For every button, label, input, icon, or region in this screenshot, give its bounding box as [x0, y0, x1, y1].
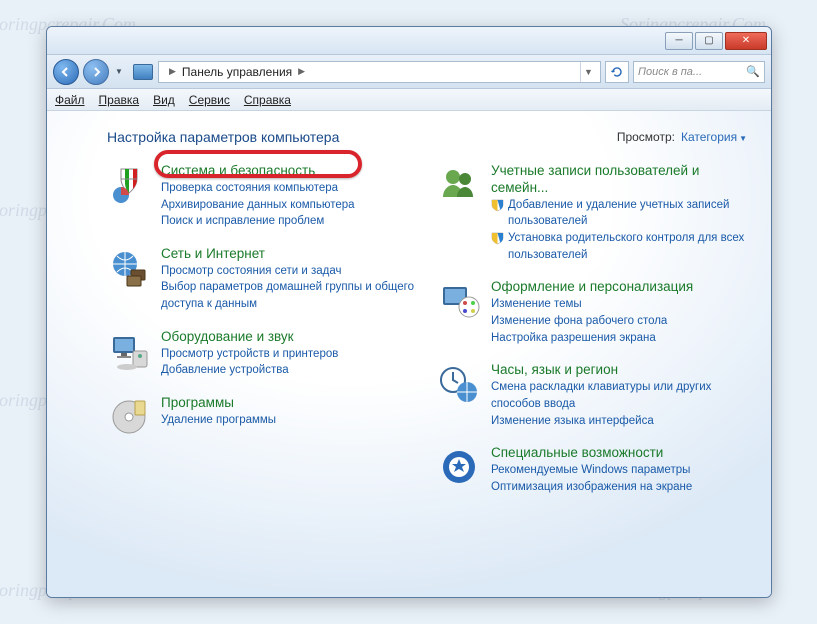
forward-button[interactable] [83, 59, 109, 85]
view-label: Просмотр: [617, 130, 675, 144]
category-title[interactable]: Программы [161, 395, 417, 412]
control-panel-icon [133, 64, 153, 80]
category-link-shielded[interactable]: Добавление и удаление учетных записей по… [491, 197, 747, 230]
programs-icon [107, 395, 151, 439]
search-icon: 🔍 [746, 65, 760, 78]
menubar: Файл Правка Вид Сервис Справка [47, 89, 771, 111]
category-title[interactable]: Учетные записи пользователей и семейн... [491, 163, 747, 197]
category-title[interactable]: Часы, язык и регион [491, 362, 747, 379]
category-ease: Специальные возможностиРекомендуемые Win… [437, 445, 747, 495]
navbar: ▼ ▶ Панель управления ▶ ▼ Поиск в па... … [47, 55, 771, 89]
close-button[interactable]: ✕ [725, 32, 767, 50]
category-link[interactable]: Проверка состояния компьютера [161, 180, 417, 197]
category-link[interactable]: Изменение фона рабочего стола [491, 313, 747, 330]
appearance-icon [437, 279, 481, 323]
category-columns: Система и безопасностьПроверка состояния… [107, 163, 747, 495]
menu-tools[interactable]: Сервис [189, 93, 230, 107]
uac-shield-icon [491, 198, 504, 212]
maximize-button[interactable]: ▢ [695, 32, 723, 50]
ease-icon [437, 445, 481, 489]
category-link[interactable]: Изменение языка интерфейса [491, 413, 747, 430]
category-appearance: Оформление и персонализацияИзменение тем… [437, 279, 747, 346]
category-title[interactable]: Оформление и персонализация [491, 279, 747, 296]
control-panel-window: ─ ▢ ✕ ▼ ▶ Панель управления ▶ ▼ Поиск в … [46, 26, 772, 598]
category-title[interactable]: Специальные возможности [491, 445, 747, 462]
category-link[interactable]: Просмотр состояния сети и задач [161, 263, 417, 280]
minimize-button[interactable]: ─ [665, 32, 693, 50]
breadcrumb[interactable]: ▶ Панель управления ▶ ▼ [158, 61, 601, 83]
category-link[interactable]: Рекомендуемые Windows параметры [491, 462, 747, 479]
category-title[interactable]: Оборудование и звук [161, 329, 417, 346]
refresh-button[interactable] [605, 61, 629, 83]
category-link[interactable]: Смена раскладки клавиатуры или других сп… [491, 379, 747, 412]
nav-history-dropdown[interactable]: ▼ [113, 61, 125, 83]
category-link[interactable]: Поиск и исправление проблем [161, 213, 417, 230]
search-placeholder: Поиск в па... [638, 66, 702, 78]
category-globe-net: Сеть и ИнтернетПросмотр состояния сети и… [107, 246, 417, 313]
breadcrumb-root[interactable]: Панель управления [182, 65, 292, 79]
category-title[interactable]: Сеть и Интернет [161, 246, 417, 263]
breadcrumb-dropdown[interactable]: ▼ [580, 62, 596, 82]
arrow-right-icon [90, 66, 102, 78]
category-link[interactable]: Архивирование данных компьютера [161, 197, 417, 214]
category-link[interactable]: Удаление программы [161, 412, 417, 429]
clock-icon [437, 362, 481, 406]
view-control: Просмотр: Категория▼ [617, 130, 747, 144]
hardware-icon [107, 329, 151, 373]
menu-help[interactable]: Справка [244, 93, 291, 107]
menu-edit[interactable]: Правка [99, 93, 140, 107]
category-hardware: Оборудование и звукПросмотр устройств и … [107, 329, 417, 379]
category-link[interactable]: Оптимизация изображения на экране [491, 479, 747, 496]
content-area: Настройка параметров компьютера Просмотр… [47, 111, 771, 597]
category-link-shielded[interactable]: Установка родительского контроля для все… [491, 230, 747, 263]
menu-view[interactable]: Вид [153, 93, 175, 107]
titlebar: ─ ▢ ✕ [47, 27, 771, 55]
arrow-left-icon [60, 66, 72, 78]
refresh-icon [610, 65, 624, 79]
category-programs: ПрограммыУдаление программы [107, 395, 417, 439]
category-link[interactable]: Просмотр устройств и принтеров [161, 346, 417, 363]
users-icon [437, 163, 481, 207]
category-link[interactable]: Добавление устройства [161, 362, 417, 379]
category-clock: Часы, язык и регионСмена раскладки клави… [437, 362, 747, 429]
back-button[interactable] [53, 59, 79, 85]
category-link[interactable]: Настройка разрешения экрана [491, 330, 747, 347]
shield-pie-icon [107, 163, 151, 207]
category-link[interactable]: Изменение темы [491, 296, 747, 313]
category-link[interactable]: Выбор параметров домашней группы и общег… [161, 279, 417, 312]
chevron-right-icon: ▶ [298, 66, 305, 77]
chevron-right-icon: ▶ [169, 66, 176, 77]
page-title: Настройка параметров компьютера [107, 129, 339, 145]
globe-net-icon [107, 246, 151, 290]
header-row: Настройка параметров компьютера Просмотр… [107, 129, 747, 145]
category-users: Учетные записи пользователей и семейн...… [437, 163, 747, 263]
category-shield-pie: Система и безопасностьПроверка состояния… [107, 163, 417, 230]
menu-file[interactable]: Файл [55, 93, 85, 107]
search-input[interactable]: Поиск в па... 🔍 [633, 61, 765, 83]
category-title[interactable]: Система и безопасность [161, 163, 417, 180]
view-dropdown[interactable]: Категория▼ [681, 130, 747, 144]
uac-shield-icon [491, 231, 504, 245]
